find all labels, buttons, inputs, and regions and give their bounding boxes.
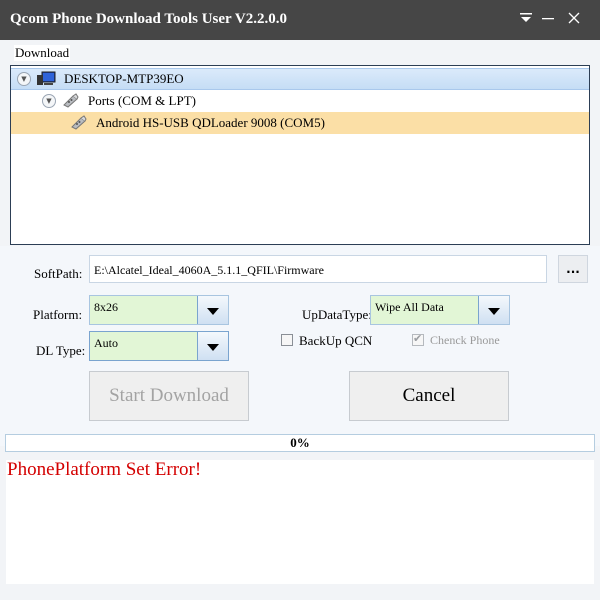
collapse-icon[interactable]: ▼	[17, 72, 31, 86]
dltype-label: DL Type:	[36, 343, 86, 358]
chevron-down-icon[interactable]	[478, 296, 509, 324]
port-icon	[69, 115, 87, 130]
port-icon	[61, 93, 79, 108]
platform-value: 8x26	[94, 300, 118, 314]
platform-select[interactable]: 8x26	[89, 295, 229, 325]
softpath-label: SoftPath:	[34, 266, 83, 281]
progress-bar: 0%	[5, 434, 595, 452]
close-icon[interactable]	[563, 10, 585, 32]
backup-qcn-label: BackUp QCN	[299, 333, 373, 348]
progress-label: 0%	[290, 435, 310, 450]
backup-qcn-checkbox[interactable]	[281, 334, 293, 346]
window-title: Qcom Phone Download Tools User V2.2.0.0	[10, 11, 287, 27]
dropdown-menu-icon[interactable]	[515, 10, 537, 32]
tree-item-ports[interactable]: ▼ Ports (COM & LPT)	[11, 90, 589, 112]
log-output[interactable]: PhonePlatform Set Error!	[6, 459, 594, 584]
tree-item-label: DESKTOP-MTP39EO	[64, 71, 184, 86]
start-download-button[interactable]: Start Download	[89, 371, 249, 421]
title-bar: Qcom Phone Download Tools User V2.2.0.0	[0, 0, 600, 40]
chevron-down-icon[interactable]	[197, 332, 228, 360]
device-tree[interactable]: ▼ DESKTOP-MTP39EO ▼ Ports (COM & LPT) An…	[10, 65, 590, 245]
updatatype-label: UpDataType:	[302, 307, 372, 322]
updatatype-select[interactable]: Wipe All Data	[370, 295, 510, 325]
computer-icon	[36, 71, 56, 86]
minimize-icon[interactable]	[537, 10, 559, 32]
platform-label: Platform:	[33, 307, 83, 322]
download-group-label: Download	[14, 45, 71, 61]
cancel-button[interactable]: Cancel	[349, 371, 509, 421]
browse-button[interactable]: ...	[558, 255, 588, 283]
tree-item-label: Android HS-USB QDLoader 9008 (COM5)	[96, 115, 325, 130]
settings-panel: SoftPath: E:\Alcatel_Ideal_4060A_5.1.1_Q…	[0, 246, 600, 446]
tree-item-device-port[interactable]: Android HS-USB QDLoader 9008 (COM5)	[11, 112, 589, 134]
tree-item-label: Ports (COM & LPT)	[88, 93, 196, 108]
dltype-value: Auto	[94, 336, 118, 350]
check-phone-label: Chenck Phone	[430, 333, 500, 347]
check-phone-checkbox[interactable]	[412, 332, 424, 346]
chevron-down-icon[interactable]	[197, 296, 228, 324]
dltype-select[interactable]: Auto	[89, 331, 229, 361]
softpath-input[interactable]: E:\Alcatel_Ideal_4060A_5.1.1_QFIL\Firmwa…	[89, 255, 547, 283]
log-message: PhonePlatform Set Error!	[7, 459, 202, 480]
collapse-icon[interactable]: ▼	[42, 94, 56, 108]
tree-item-computer[interactable]: ▼ DESKTOP-MTP39EO	[11, 68, 589, 90]
updatatype-value: Wipe All Data	[375, 300, 444, 314]
